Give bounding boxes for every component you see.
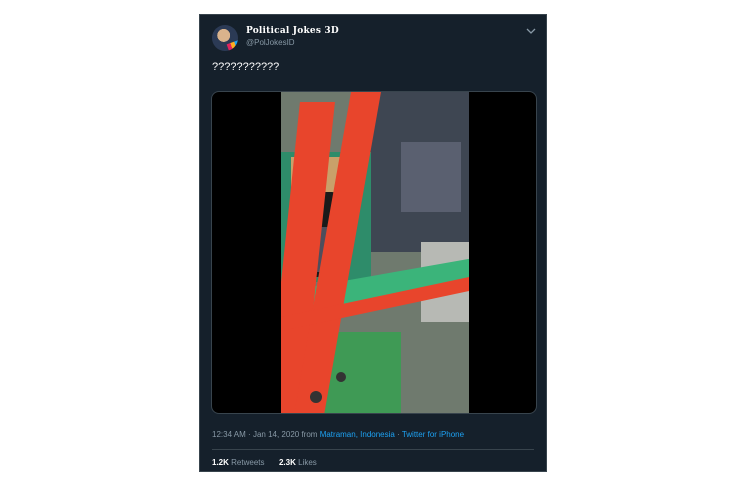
chevron-down-icon[interactable] [526, 27, 536, 35]
location-link[interactable]: Matraman, Indonesia [320, 430, 395, 439]
avatar-flag [226, 40, 238, 51]
video-frame [281, 92, 469, 413]
likes-count: 2.3K [278, 458, 296, 467]
likes-stat[interactable]: 2.3K Likes [279, 458, 317, 467]
video-player[interactable] [211, 91, 537, 414]
tweet-text: ??????????? [212, 61, 280, 73]
tweet-time[interactable]: 12:34 AM [212, 430, 246, 439]
retweets-stat[interactable]: 1.2K Retweets [212, 458, 267, 467]
client-link[interactable]: Twitter for iPhone [402, 430, 464, 439]
meta-separator: · [248, 430, 251, 439]
retweets-label: Retweets [231, 458, 265, 467]
retweets-count: 1.2K [212, 458, 229, 467]
avatar[interactable] [212, 25, 238, 51]
tweet-stats: 1.2K Retweets 2.3K Likes [212, 458, 317, 467]
from-label: from [301, 430, 318, 439]
user-handle[interactable]: @PolJokesID [246, 38, 295, 47]
meta-separator-2: · [397, 430, 400, 439]
tweet-meta: 12:34 AM · Jan 14, 2020 from Matraman, I… [212, 430, 464, 439]
tweet-card: Political Jokes 3D @PolJokesID ?????????… [199, 14, 547, 472]
divider [212, 449, 534, 450]
likes-label: Likes [298, 458, 317, 467]
display-name[interactable]: Political Jokes 3D [246, 26, 339, 36]
tweet-date[interactable]: Jan 14, 2020 [253, 430, 299, 439]
